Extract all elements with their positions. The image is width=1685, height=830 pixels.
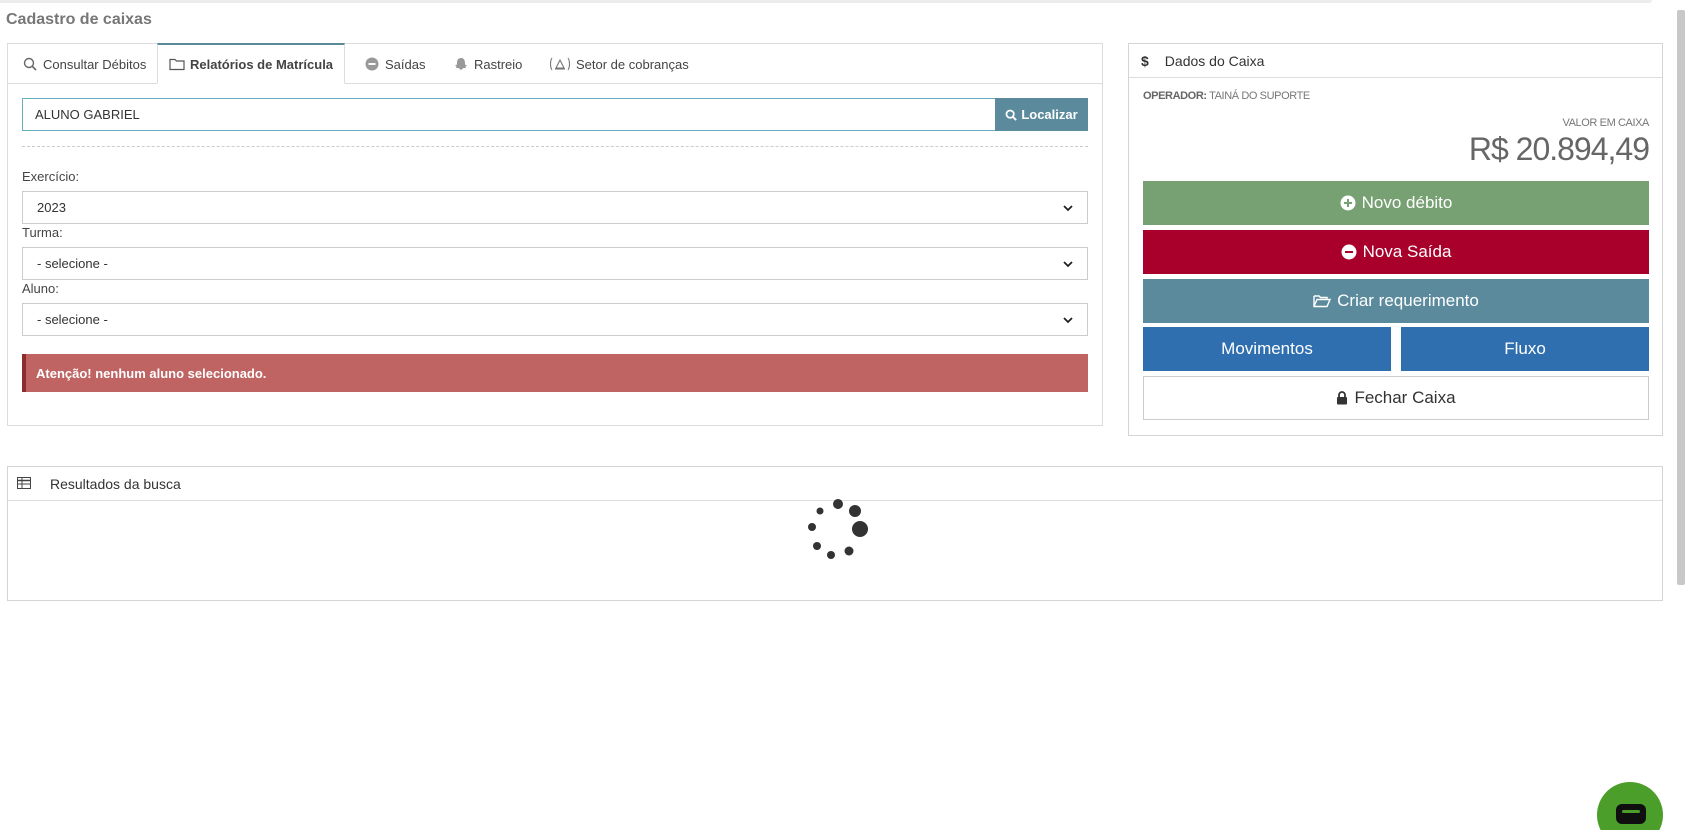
- results-title: Resultados da busca: [50, 475, 181, 492]
- aluno-value: - selecione -: [37, 312, 108, 327]
- chat-icon: [1616, 804, 1646, 824]
- tab-relatorios-de-matricula[interactable]: Relatórios de Matrícula: [157, 43, 346, 84]
- dollar-icon: $: [1141, 52, 1149, 69]
- scale-icon: [549, 56, 571, 72]
- fechar-caixa-label: Fechar Caixa: [1354, 388, 1456, 407]
- nova-saida-button[interactable]: Nova Saída: [1143, 230, 1649, 274]
- table-icon: [17, 476, 33, 491]
- localizar-button[interactable]: Localizar: [995, 98, 1088, 131]
- scrollbar[interactable]: [1677, 10, 1685, 585]
- criar-requerimento-button[interactable]: Criar requerimento: [1143, 279, 1649, 323]
- aluno-select[interactable]: - selecione -: [22, 303, 1088, 336]
- warning-alert: Atenção! nenhum aluno selecionado.: [22, 354, 1088, 392]
- chevron-down-icon: [1063, 259, 1073, 269]
- tab-consultar-debitos[interactable]: Consultar Débitos: [22, 44, 146, 84]
- results-header: Resultados da busca: [8, 467, 1662, 501]
- caixa-panel: $ Dados do Caixa OPERADOR: TAINÁ DO SUPO…: [1128, 43, 1663, 436]
- turma-select[interactable]: - selecione -: [22, 247, 1088, 280]
- operator-info: OPERADOR: TAINÁ DO SUPORTE: [1143, 90, 1310, 102]
- results-panel: Resultados da busca: [7, 466, 1663, 601]
- chevron-down-icon: [1063, 203, 1073, 213]
- tab-label: Saídas: [385, 56, 426, 72]
- exercicio-select[interactable]: 2023: [22, 191, 1088, 224]
- minus-circle-icon: [364, 56, 380, 72]
- page-title: Cadastro de caixas: [6, 11, 152, 28]
- tab-label: Rastreio: [474, 56, 523, 72]
- fechar-caixa-button[interactable]: Fechar Caixa: [1143, 376, 1649, 420]
- criar-requerimento-label: Criar requerimento: [1337, 291, 1479, 310]
- valor-em-caixa-label: VALOR EM CAIXA: [1562, 117, 1650, 129]
- search-row: Localizar: [22, 98, 1088, 131]
- plus-circle-icon: [1340, 195, 1356, 211]
- tab-label: Consultar Débitos: [43, 56, 147, 72]
- search-panel: Consultar Débitos Relatórios de Matrícul…: [7, 43, 1103, 426]
- search-input[interactable]: [22, 98, 995, 131]
- movimentos-button[interactable]: Movimentos: [1143, 327, 1391, 371]
- folder-icon: [169, 56, 185, 72]
- novo-debito-button[interactable]: Novo débito: [1143, 181, 1649, 225]
- tab-bar: Consultar Débitos Relatórios de Matrícul…: [8, 43, 1102, 84]
- tab-rastreio[interactable]: Rastreio: [453, 44, 522, 84]
- caixa-header-title: Dados do Caixa: [1164, 52, 1265, 69]
- minus-circle-icon: [1341, 244, 1357, 260]
- nova-saida-label: Nova Saída: [1362, 242, 1452, 261]
- search-icon: [22, 56, 38, 72]
- operator-name: TAINÁ DO SUPORTE: [1209, 90, 1310, 102]
- lock-icon: [1336, 391, 1348, 405]
- chat-widget-button[interactable]: [1597, 782, 1663, 830]
- tab-setor-de-cobrancas[interactable]: Setor de cobranças: [549, 44, 689, 84]
- novo-debito-label: Novo débito: [1361, 193, 1453, 212]
- exercicio-label: Exercício:: [22, 169, 80, 184]
- folder-open-icon: [1313, 294, 1332, 308]
- search-icon: [1005, 109, 1018, 121]
- operator-label: OPERADOR:: [1143, 90, 1207, 102]
- tab-label: Setor de cobranças: [576, 56, 689, 72]
- aluno-label: Aluno:: [22, 281, 59, 296]
- localizar-label: Localizar: [1021, 107, 1078, 122]
- valor-em-caixa: R$ 20.894,49: [1468, 131, 1650, 167]
- caixa-header: $ Dados do Caixa: [1129, 44, 1662, 78]
- fluxo-button[interactable]: Fluxo: [1401, 327, 1649, 371]
- chevron-down-icon: [1063, 315, 1073, 325]
- loading-spinner: [804, 499, 874, 569]
- tab-saidas[interactable]: Saídas: [364, 44, 425, 84]
- tab-label: Relatórios de Matrícula: [190, 56, 334, 72]
- top-divider: [0, 0, 1652, 3]
- turma-label: Turma:: [22, 225, 63, 240]
- turma-value: - selecione -: [37, 256, 108, 271]
- divider: [22, 146, 1088, 147]
- snapchat-ghost-icon: [453, 56, 469, 72]
- exercicio-value: 2023: [37, 200, 66, 215]
